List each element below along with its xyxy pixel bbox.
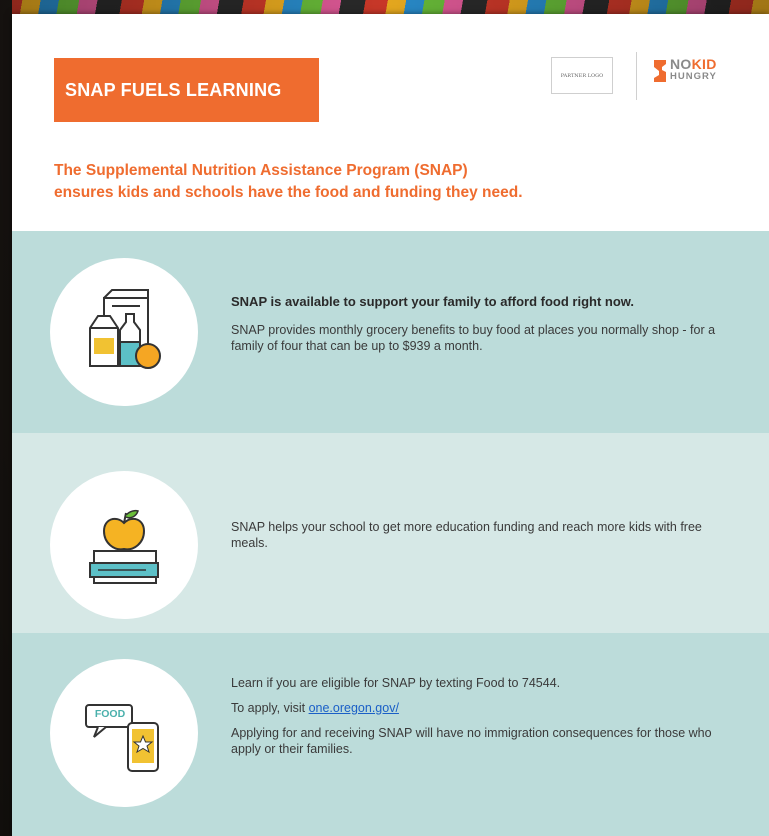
section-body: SNAP helps your school to get more educa… [231, 520, 702, 550]
no-kid-hungry-logo: NOKID HUNGRY [652, 56, 734, 88]
apply-link[interactable]: one.oregon.gov/ [309, 701, 399, 715]
groceries-icon [89, 289, 161, 369]
section-text: SNAP helps your school to get more educa… [231, 519, 731, 560]
icon-circle [50, 471, 198, 619]
section-body: SNAP provides monthly grocery benefits t… [231, 323, 716, 353]
logo-divider [636, 52, 637, 100]
intro-text: The Supplemental Nutrition Assistance Pr… [54, 160, 704, 204]
snap-flyer: SNAP FUELS LEARNING PARTNER LOGO NOKID H… [12, 14, 769, 836]
title-banner: SNAP FUELS LEARNING [54, 58, 319, 122]
page-title: SNAP FUELS LEARNING [65, 79, 282, 100]
apply-text: To apply, visit one.oregon.gov/ [231, 700, 731, 716]
apple-books-icon [89, 509, 159, 584]
nkh-logo-hungry: HUNGRY [670, 71, 717, 82]
icon-circle [50, 258, 198, 406]
food-text-phone-icon [85, 704, 159, 772]
nkh-logo-kid: KID [691, 56, 717, 72]
section-lead: SNAP is available to support your family… [231, 294, 635, 309]
partner-logo-text: PARTNER LOGO [560, 72, 604, 79]
intro-line-2: ensures kids and schools have the food a… [54, 184, 523, 201]
fork-icon [654, 60, 666, 82]
section-groceries: SNAP is available to support your family… [12, 231, 769, 433]
apply-prefix: To apply, visit [231, 701, 309, 715]
section-text: SNAP is available to support your family… [231, 294, 731, 363]
food-icon-label: FOOD [94, 708, 126, 720]
intro-line-1: The Supplemental Nutrition Assistance Pr… [54, 162, 468, 179]
eligibility-text: Learn if you are eligible for SNAP by te… [231, 676, 561, 690]
section-apply: FOOD Learn if you are eligible for SNAP … [12, 633, 769, 836]
partner-logo: PARTNER LOGO [551, 57, 613, 94]
icon-circle: FOOD [50, 659, 198, 807]
nkh-logo-no: NO [670, 56, 692, 72]
immigration-note: Applying for and receiving SNAP will hav… [231, 726, 712, 756]
section-text: Learn if you are eligible for SNAP by te… [231, 675, 731, 766]
section-school-funding: SNAP helps your school to get more educa… [12, 433, 769, 633]
